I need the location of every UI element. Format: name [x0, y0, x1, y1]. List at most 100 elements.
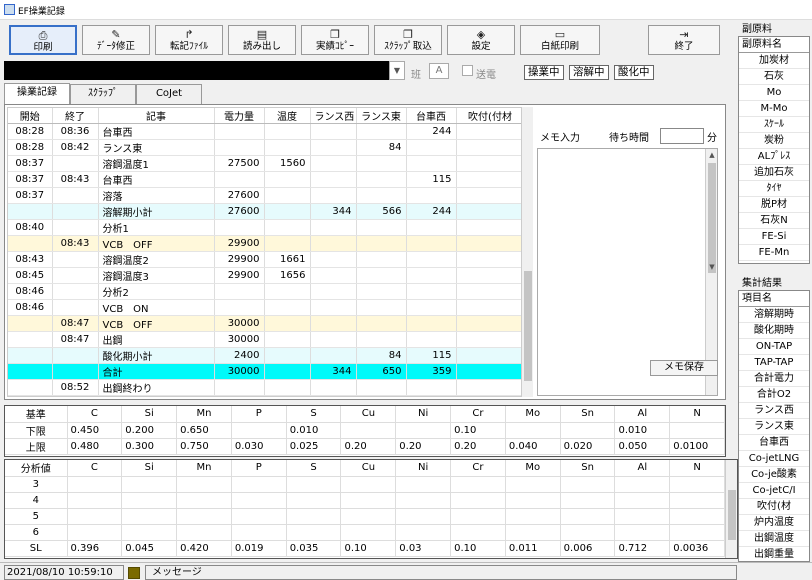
summary-item[interactable]: 酸化期時 [739, 323, 809, 339]
tab-scrap[interactable]: ｽｸﾗｯﾌﾟ [70, 84, 136, 104]
log-cell [52, 219, 99, 236]
log-row[interactable]: 08:46 VCB ON [8, 299, 522, 316]
log-cell [356, 267, 407, 284]
log-scroll-thumb[interactable] [524, 271, 532, 381]
log-cell [264, 139, 311, 156]
log-scrollbar[interactable] [521, 107, 533, 397]
material-item[interactable]: 加炭材 [739, 53, 809, 69]
analysis-cell [231, 524, 287, 541]
log-row[interactable]: 08:37 溶鋼温度1 27500 1560 [8, 155, 522, 172]
log-row[interactable]: 溶解期小計 27600 344 566 244 [8, 203, 522, 220]
summary-item[interactable]: TAP-TAP [739, 355, 809, 371]
summary-item[interactable]: 出鋼温度 [739, 531, 809, 547]
copy-icon: ❐ [330, 28, 340, 41]
summary-item[interactable]: ランス東 [739, 419, 809, 435]
data-fix-button[interactable]: ✎ ﾃﾞｰﾀ修正 [82, 25, 150, 55]
summary-item[interactable]: 台車西 [739, 435, 809, 451]
log-cell: 84 [356, 139, 407, 156]
analysis-scrollbar[interactable] [725, 460, 737, 558]
material-item[interactable]: M-Mo [739, 101, 809, 117]
summary-item[interactable]: Co-jetLNG [739, 451, 809, 467]
exit-button[interactable]: ⇥ 終了 [648, 25, 720, 55]
memo-scroll-thumb[interactable] [708, 163, 716, 273]
log-row[interactable]: 08:47 VCB OFF 30000 [8, 315, 522, 332]
summary-item[interactable]: Co-jetC/I [739, 483, 809, 499]
log-cell [406, 379, 457, 396]
log-row[interactable]: 08:37 08:43 台車西 115 [8, 171, 522, 188]
scroll-up-icon[interactable]: ▲ [706, 149, 718, 161]
log-row[interactable]: 08:43 溶鋼温度2 29900 1661 [8, 251, 522, 268]
print-button[interactable]: ⎙ 印刷 [9, 25, 77, 55]
analysis-cell [286, 476, 342, 493]
log-cell [456, 219, 522, 236]
material-item[interactable]: ﾀｲﾔ [739, 181, 809, 197]
power-checkbox[interactable] [462, 65, 473, 76]
log-cell [310, 299, 357, 316]
summary-item[interactable]: 炉内温度 [739, 515, 809, 531]
log-row[interactable]: 08:43 VCB OFF 29900 [8, 235, 522, 252]
log-row[interactable]: 08:45 溶鋼温度3 29900 1656 [8, 267, 522, 284]
summary-item[interactable]: ON-TAP [739, 339, 809, 355]
log-row[interactable]: 08:52 出鋼終わり [8, 379, 522, 396]
summary-item[interactable]: 合計O2 [739, 387, 809, 403]
summary-item[interactable]: 溶解期時 [739, 307, 809, 323]
log-cell [406, 187, 457, 204]
log-row[interactable]: 08:28 08:42 ランス東 84 [8, 139, 522, 156]
log-row[interactable]: 08:47 出鋼 30000 [8, 331, 522, 348]
log-row[interactable]: 08:37 溶落 27600 [8, 187, 522, 204]
material-item[interactable]: FE-Mn [739, 245, 809, 261]
log-row[interactable]: 08:28 08:36 台車西 244 [8, 123, 522, 140]
standard-cell [505, 422, 561, 439]
analysis-header-cell: C [67, 460, 123, 477]
summary-item[interactable]: Co-je酸素 [739, 467, 809, 483]
material-item[interactable]: ｽｹｰﾙ [739, 117, 809, 133]
log-cell: 566 [356, 203, 407, 220]
log-cell [214, 139, 265, 156]
log-row[interactable]: 合計 30000 344 650 359 [8, 363, 522, 380]
analysis-cell: 0.396 [67, 540, 123, 557]
analysis-cell: 0.712 [614, 540, 671, 557]
analysis-cell [67, 508, 123, 525]
log-cell [310, 187, 357, 204]
standard-cell: 0.030 [231, 438, 287, 455]
settings-button[interactable]: ◈ 設定 [447, 25, 515, 55]
log-cell: 115 [406, 171, 457, 188]
scrap-import-button[interactable]: ❐ ｽｸﾗｯﾌﾟ取込 [374, 25, 442, 55]
copy-results-button[interactable]: ❐ 実績ｺﾋﾟｰ [301, 25, 369, 55]
material-item[interactable]: ALﾌﾟﾚｽ [739, 149, 809, 165]
log-row[interactable]: 酸化期小計 2400 84 115 [8, 347, 522, 364]
memo-textarea[interactable]: ▲ ▼ [537, 148, 718, 396]
log-row[interactable]: 08:40 分析1 [8, 219, 522, 236]
blank-print-button[interactable]: ▭ 白紙印刷 [520, 25, 600, 55]
log-cell: 08:37 [8, 187, 53, 204]
summary-item[interactable]: 出鋼重量 [739, 547, 809, 561]
log-cell [264, 363, 311, 380]
log-cell [456, 235, 522, 252]
tab-cojet[interactable]: CoJet [136, 84, 202, 104]
log-cell: 分析1 [98, 219, 215, 236]
summary-item[interactable]: 合計電力 [739, 371, 809, 387]
read-button[interactable]: ▤ 読み出し [228, 25, 296, 55]
log-row[interactable]: 08:46 分析2 [8, 283, 522, 300]
material-item[interactable]: 炭粉 [739, 133, 809, 149]
log-cell [264, 219, 311, 236]
analysis-cell [121, 524, 178, 541]
material-item[interactable]: 石灰N [739, 213, 809, 229]
standard-header-row: 基準 C Si Mn P S Cu Ni Cr Mo Sn Al N [5, 406, 726, 423]
tab-operation-log[interactable]: 操業記録 [4, 83, 70, 105]
material-item[interactable]: 脱P材 [739, 197, 809, 213]
memo-scrollbar[interactable]: ▲ ▼ [705, 149, 717, 395]
wait-time-input[interactable] [660, 128, 704, 144]
dropdown-arrow-icon[interactable]: ▼ [389, 61, 405, 80]
material-item[interactable]: 石灰 [739, 69, 809, 85]
material-item[interactable]: Mo [739, 85, 809, 101]
transfer-file-button[interactable]: ↱ 転記ﾌｧｲﾙ [155, 25, 223, 55]
memo-save-button[interactable]: メモ保存 [650, 360, 718, 376]
material-item[interactable]: 追加石灰 [739, 165, 809, 181]
log-cell [8, 379, 53, 396]
summary-item[interactable]: 吹付(材 [739, 499, 809, 515]
analysis-scroll-thumb[interactable] [728, 490, 736, 540]
material-item[interactable]: FE-Si [739, 229, 809, 245]
summary-item[interactable]: ランス西 [739, 403, 809, 419]
scroll-down-icon[interactable]: ▼ [706, 261, 718, 273]
